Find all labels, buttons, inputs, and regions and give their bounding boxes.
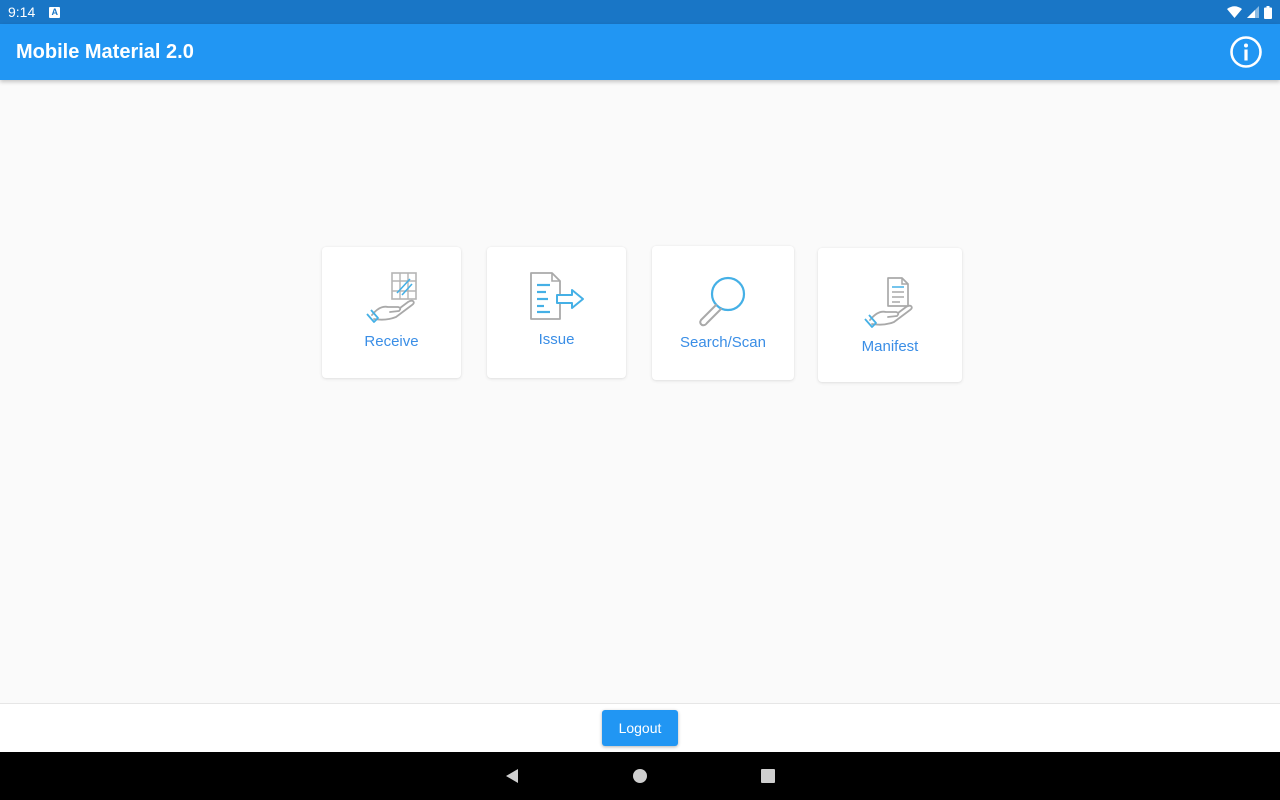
receive-label: Receive <box>364 333 419 350</box>
back-triangle-icon <box>506 769 518 783</box>
recents-button[interactable] <box>744 752 792 800</box>
app-bar: Mobile Material 2.0 <box>0 24 1280 80</box>
receive-hand-icon <box>364 271 420 327</box>
manifest-label: Manifest <box>861 338 919 355</box>
signal-icon <box>1247 6 1259 18</box>
battery-icon <box>1264 5 1272 19</box>
issue-document-arrow-icon <box>528 271 586 325</box>
bottom-bar: Logout <box>0 703 1280 752</box>
wifi-icon <box>1227 6 1242 18</box>
notification-badge: A <box>49 6 61 18</box>
search-scan-tile[interactable]: Search/Scan <box>652 246 794 380</box>
status-icons <box>1227 5 1272 19</box>
home-circle-icon <box>633 769 647 783</box>
app-title: Mobile Material 2.0 <box>16 40 194 63</box>
magnifier-icon <box>695 272 751 328</box>
recents-square-icon <box>761 769 775 783</box>
info-button[interactable] <box>1228 34 1264 70</box>
menu-tiles: Receive Issue Search/Scan Manifest <box>0 80 1280 703</box>
search-scan-label: Search/Scan <box>680 334 766 351</box>
status-time: 9:14 <box>8 4 36 20</box>
system-nav-bar <box>0 752 1280 800</box>
content-area: Receive Issue Search/Scan Manifest <box>0 80 1280 703</box>
back-button[interactable] <box>488 752 536 800</box>
issue-tile[interactable]: Issue <box>487 247 626 378</box>
receive-tile[interactable]: Receive <box>322 247 461 378</box>
logout-button[interactable]: Logout <box>602 710 678 746</box>
status-bar: 9:14 A <box>0 0 1280 24</box>
manifest-hand-document-icon <box>862 274 918 332</box>
manifest-tile[interactable]: Manifest <box>818 248 962 382</box>
info-circle-icon <box>1230 36 1262 68</box>
issue-label: Issue <box>538 331 575 348</box>
home-button[interactable] <box>616 752 664 800</box>
